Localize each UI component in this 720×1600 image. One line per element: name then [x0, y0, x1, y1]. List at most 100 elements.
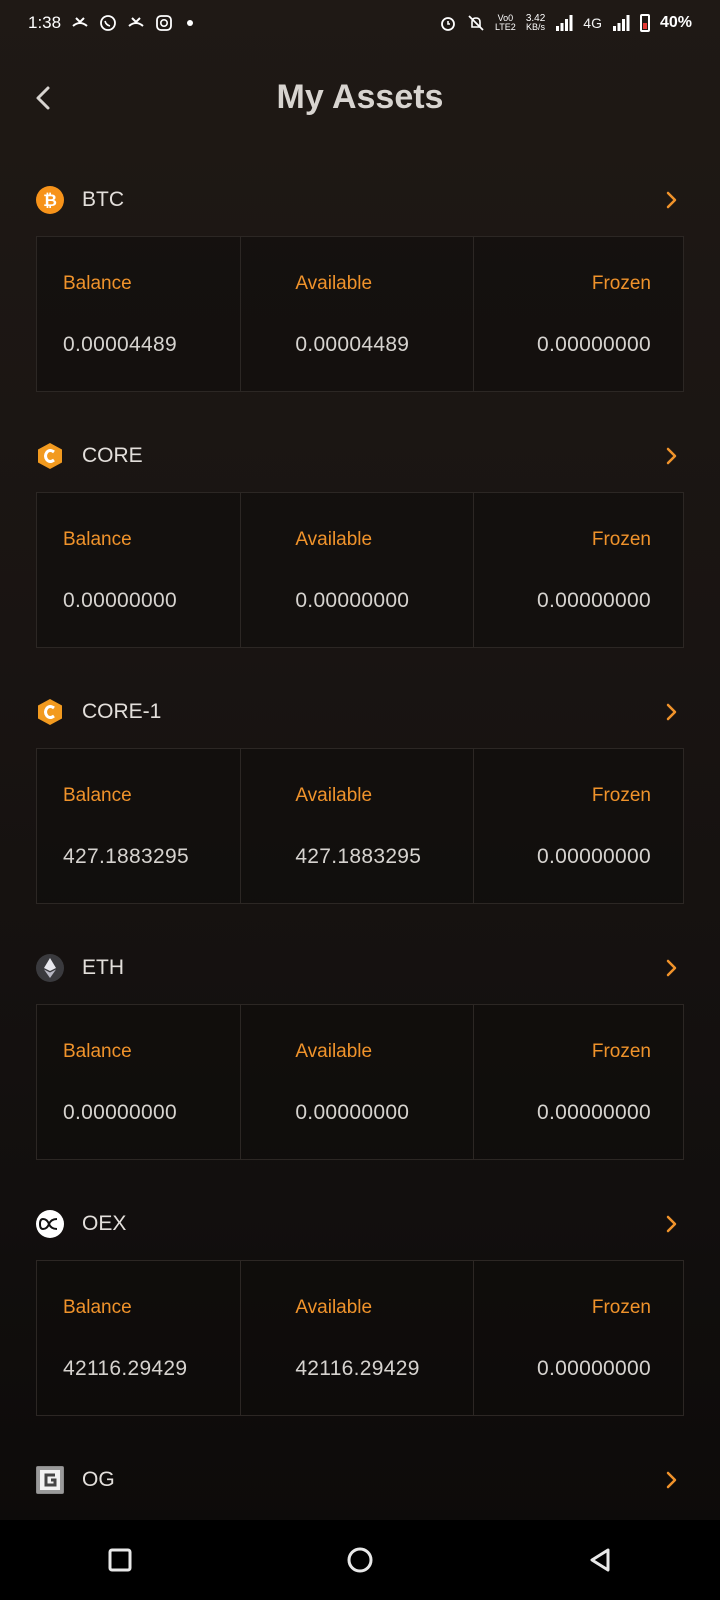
chevron-right-icon [666, 1215, 677, 1233]
signal-icon [612, 15, 630, 31]
asset-item: OG [36, 1452, 684, 1512]
data-speed: 3.42 KB/s [526, 14, 545, 32]
available-label: Available [295, 785, 373, 806]
frozen-cell: Frozen 0.00000000 [474, 1005, 683, 1159]
page-title: My Assets [276, 78, 444, 116]
balance-cell: Balance 0.00000000 [37, 493, 242, 647]
frozen-label: Frozen [591, 1297, 651, 1318]
available-value: 42116.29429 [295, 1357, 420, 1380]
network-type: 4G [583, 15, 602, 31]
balance-value: 42116.29429 [63, 1357, 188, 1380]
asset-header-core[interactable]: CORE [36, 428, 684, 484]
asset-card: Balance 0.00000000 Available 0.00000000 … [36, 492, 684, 648]
frozen-value: 0.00000000 [537, 1357, 651, 1380]
signal-icon [556, 15, 573, 31]
core-icon [36, 698, 64, 726]
frozen-value: 0.00000000 [537, 333, 651, 356]
coin-name: OG [82, 1468, 115, 1491]
asset-card: Balance 427.1883295 Available 427.188329… [36, 748, 684, 904]
frozen-value: 0.00000000 [537, 845, 651, 868]
frozen-cell: Frozen 0.00000000 [474, 493, 683, 647]
frozen-label: Frozen [591, 785, 651, 806]
notification-dot-icon [187, 20, 194, 26]
coin-name: BTC [82, 188, 124, 211]
available-label: Available [295, 1297, 373, 1318]
square-icon [108, 1548, 132, 1572]
balance-value: 0.00000000 [63, 589, 177, 612]
available-label: Available [295, 1041, 373, 1062]
frozen-label: Frozen [591, 529, 651, 550]
asset-header-core-1[interactable]: CORE-1 [36, 684, 684, 740]
available-cell: Available 0.00004489 [241, 237, 474, 391]
balance-value: 0.00004489 [63, 333, 177, 356]
battery-icon [639, 14, 650, 32]
asset-header-eth[interactable]: ETH [36, 940, 684, 996]
frozen-label: Frozen [591, 1041, 651, 1062]
balance-label: Balance [63, 785, 132, 806]
asset-header-oex[interactable]: OEX [36, 1196, 684, 1252]
balance-cell: Balance 42116.29429 [37, 1261, 242, 1415]
available-value: 0.00000000 [295, 1101, 410, 1124]
available-label: Available [295, 529, 373, 550]
home-button[interactable] [340, 1540, 380, 1580]
asset-card: Balance 0.00000000 Available 0.00000000 … [36, 1004, 684, 1160]
balance-value: 427.1883295 [63, 845, 189, 868]
battery-percentage: 40% [659, 14, 692, 31]
available-value: 427.1883295 [295, 845, 422, 868]
frozen-cell: Frozen 0.00000000 [474, 749, 683, 903]
coin-name: ETH [82, 956, 124, 979]
available-label: Available [295, 273, 373, 294]
asset-item: ₿ BTC Balance 0.00004489 Available 0.000… [36, 172, 684, 428]
data-speed-unit: KB/s [526, 22, 546, 32]
frozen-value: 0.00000000 [537, 589, 651, 612]
frozen-cell: Frozen 0.00000000 [474, 1261, 683, 1415]
asset-card: Balance 0.00004489 Available 0.00004489 … [36, 236, 684, 392]
frozen-cell: Frozen 0.00000000 [474, 237, 683, 391]
whatsapp-icon [100, 15, 116, 31]
available-cell: Available 0.00000000 [241, 493, 474, 647]
recents-button[interactable] [100, 1540, 140, 1580]
status-right: Vo0 LTE2 3.42 KB/s 4G 40% [439, 14, 692, 32]
balance-cell: Balance 0.00004489 [37, 237, 242, 391]
balance-label: Balance [63, 1297, 132, 1318]
balance-cell: Balance 427.1883295 [37, 749, 242, 903]
status-bar: 1:38 Vo0 LTE2 3.42 KB/s 4G 40% [0, 0, 720, 46]
asset-card: Balance 42116.29429 Available 42116.2942… [36, 1260, 684, 1416]
balance-cell: Balance 0.00000000 [37, 1005, 242, 1159]
balance-label: Balance [63, 529, 132, 550]
bitcoin-icon: ₿ [36, 186, 64, 214]
available-value: 0.00004489 [295, 333, 410, 356]
balance-label: Balance [63, 1041, 132, 1062]
instagram-icon [156, 15, 172, 31]
back-nav-button[interactable] [580, 1540, 620, 1580]
coin-name: CORE [82, 444, 143, 467]
available-value: 0.00000000 [295, 589, 410, 612]
mute-icon [468, 15, 484, 31]
balance-value: 0.00000000 [63, 1101, 177, 1124]
triangle-back-icon [590, 1548, 610, 1572]
missed-call-icon [72, 17, 88, 27]
asset-header-btc[interactable]: ₿ BTC [36, 172, 684, 228]
balance-label: Balance [63, 273, 132, 294]
available-cell: Available 427.1883295 [241, 749, 474, 903]
oex-icon [36, 1210, 64, 1238]
coin-name: OEX [82, 1212, 127, 1235]
header: My Assets [0, 60, 720, 140]
frozen-label: Frozen [591, 273, 651, 294]
asset-list: ₿ BTC Balance 0.00004489 Available 0.000… [36, 172, 684, 1512]
alarm-icon [441, 17, 455, 31]
status-left: 1:38 [28, 13, 194, 33]
chevron-right-icon [666, 1471, 677, 1489]
asset-header-og[interactable]: OG [36, 1452, 684, 1508]
lte-label: LTE2 [494, 22, 516, 32]
navigation-bar [0, 1520, 720, 1600]
chevron-right-icon [666, 191, 677, 209]
volte-indicator: Vo0 LTE2 [495, 14, 516, 32]
available-cell: Available 42116.29429 [241, 1261, 474, 1415]
frozen-value: 0.00000000 [537, 1101, 651, 1124]
svg-text:₿: ₿ [43, 191, 57, 211]
chevron-right-icon [666, 703, 677, 721]
status-time: 1:38 [28, 13, 62, 32]
available-cell: Available 0.00000000 [241, 1005, 474, 1159]
coin-name: CORE-1 [82, 700, 162, 723]
